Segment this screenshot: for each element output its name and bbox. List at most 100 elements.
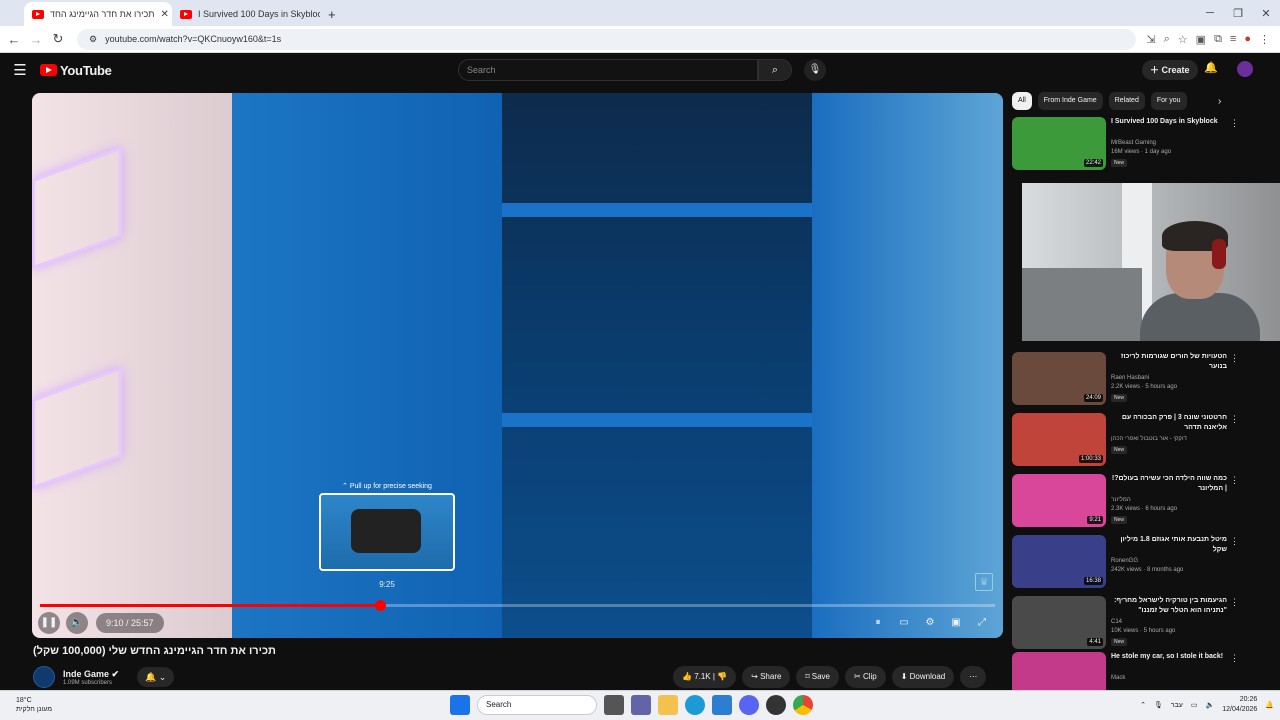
video-thumbnail[interactable]: 9:21: [1012, 474, 1106, 527]
account-avatar[interactable]: [1237, 61, 1253, 77]
related-title[interactable]: מיטל תנבעת אותי אגוזם 1.8 מיליון שקל: [1111, 535, 1227, 555]
new-tab-button[interactable]: +: [320, 2, 344, 26]
microphone-icon[interactable]: 🎙: [804, 59, 826, 81]
more-options-icon[interactable]: ⋮: [1230, 653, 1239, 664]
channel-name[interactable]: Inde Game ✔: [63, 669, 119, 680]
browser-tab[interactable]: I Survived 100 Days in Skybloc ✕: [172, 2, 320, 26]
task-view-icon[interactable]: [604, 695, 624, 715]
zoom-icon[interactable]: ⌕: [1164, 33, 1170, 46]
settings-gear-icon[interactable]: ⚙: [919, 612, 941, 634]
chip-3[interactable]: For you: [1150, 92, 1187, 110]
app-icon[interactable]: [766, 695, 786, 715]
browser-tab-active[interactable]: תכירו את חדר הגיימינג החד ✕: [24, 2, 172, 26]
menu-icon[interactable]: ☰: [0, 61, 40, 79]
related-title[interactable]: הגיעמות בין טורקיה לישראל מחריף: "נתניהו…: [1111, 596, 1227, 616]
progress-bar[interactable]: [40, 600, 995, 611]
related-channel[interactable]: Raen Hasbani: [1111, 375, 1149, 381]
related-title[interactable]: חרטטוני שונה 3 | פרק הבכורה עם אליאנה תד…: [1111, 413, 1227, 433]
video-thumbnail[interactable]: 16:38: [1012, 535, 1106, 588]
subtitles-icon[interactable]: ▭: [893, 612, 915, 634]
related-channel[interactable]: C14: [1111, 619, 1122, 625]
clock[interactable]: 20:26 12/04/2026: [1222, 695, 1257, 715]
video-thumbnail[interactable]: 1:00:33: [1012, 413, 1106, 466]
reload-icon[interactable]: ↻: [47, 31, 69, 47]
windows-start-icon[interactable]: [450, 695, 470, 715]
url-field[interactable]: ⚙ youtube.com/watch?v=QKCnuoyw160&t=1s: [77, 28, 1137, 50]
bookmark-star-icon[interactable]: ☆: [1178, 33, 1188, 46]
related-video[interactable]: 1:00:33 חרטטוני שונה 3 | פרק הבכורה עם אל…: [1012, 413, 1247, 469]
taskbar-search[interactable]: Search: [477, 695, 597, 715]
discord-icon[interactable]: [739, 695, 759, 715]
search-icon[interactable]: ⌕: [758, 59, 792, 81]
miniplayer-icon[interactable]: ▣: [945, 612, 967, 634]
browser-menu-icon[interactable]: ⋮: [1259, 33, 1270, 46]
back-icon[interactable]: ←: [3, 32, 25, 47]
network-icon[interactable]: ▭: [1191, 701, 1198, 709]
site-info-icon[interactable]: ⚙: [89, 34, 97, 45]
edge-icon[interactable]: [685, 695, 705, 715]
language-indicator[interactable]: עבר: [1171, 702, 1183, 709]
volume-icon[interactable]: 🔈: [66, 612, 88, 634]
minimize-icon[interactable]: ─: [1196, 7, 1224, 19]
scrubber-handle[interactable]: [374, 600, 386, 611]
tray-mic-icon[interactable]: 🎙: [1154, 701, 1163, 709]
file-explorer-icon[interactable]: [658, 695, 678, 715]
forward-icon[interactable]: →: [25, 32, 47, 47]
related-video[interactable]: 24:09 הטעויות של הורים שגורמות לריכוז בנו…: [1012, 352, 1247, 408]
chip-2[interactable]: Related: [1108, 92, 1145, 110]
pause-icon[interactable]: ❚❚: [38, 612, 60, 634]
subscription-bell-button[interactable]: 🔔 ⌄: [137, 667, 175, 687]
save-button[interactable]: ⌑ Save: [796, 666, 839, 688]
related-video[interactable]: 16:38 מיטל תנבעת אותי אגוזם 1.8 מיליון שק…: [1012, 535, 1247, 591]
teams-icon[interactable]: [631, 695, 651, 715]
notifications-bell-icon[interactable]: 🔔: [1204, 61, 1218, 74]
related-channel[interactable]: MrBeast Gaming: [1111, 140, 1156, 146]
video-player[interactable]: ♛: [32, 93, 1003, 638]
more-options-icon[interactable]: ⋮: [1230, 597, 1239, 608]
video-thumbnail[interactable]: 24:09: [1012, 352, 1106, 405]
channel-watermark-icon[interactable]: ♛: [975, 573, 993, 591]
more-options-icon[interactable]: ⋮: [1230, 118, 1239, 129]
close-tab-icon[interactable]: ✕: [160, 9, 168, 20]
download-button[interactable]: ⬇ Download: [891, 666, 955, 688]
chips-next-icon[interactable]: ›: [1218, 96, 1221, 107]
extension-icon[interactable]: ▣: [1196, 33, 1206, 46]
create-button[interactable]: ＋ Create: [1142, 60, 1198, 80]
clip-button[interactable]: ✂ Clip: [845, 666, 886, 688]
share-button[interactable]: ↪ Share: [742, 666, 791, 688]
related-channel[interactable]: RonenGG: [1111, 558, 1138, 564]
related-title[interactable]: הטעויות של הורים שגורמות לריכוז בנוער: [1111, 352, 1227, 372]
related-title[interactable]: כמה שווה הילדה הכי עשירה בעולם?! | המליו…: [1111, 474, 1227, 494]
more-options-icon[interactable]: ⋮: [1230, 475, 1239, 486]
close-window-icon[interactable]: ✕: [1252, 7, 1280, 20]
tray-overflow-icon[interactable]: ⌃: [1140, 701, 1146, 709]
related-video[interactable]: 22:42 I Survived 100 Days in Skyblock MrBe…: [1012, 117, 1247, 173]
more-options-icon[interactable]: ⋮: [1230, 414, 1239, 425]
youtube-logo[interactable]: YouTube: [40, 63, 112, 78]
related-channel[interactable]: דוקקי - אור בוטבול ואפרי הכהן: [1111, 436, 1187, 442]
speaker-icon[interactable]: 🔈: [1206, 701, 1215, 709]
fullscreen-icon[interactable]: ⤢: [971, 612, 993, 634]
more-options-icon[interactable]: ⋮: [1230, 536, 1239, 547]
related-video[interactable]: 4:41 הגיעמות בין טורקיה לישראל מחריף: "נת…: [1012, 596, 1247, 652]
channel-avatar[interactable]: [33, 666, 55, 688]
profile-avatar-icon[interactable]: ●: [1244, 33, 1251, 46]
extensions-puzzle-icon[interactable]: ⧉: [1214, 33, 1222, 46]
related-video[interactable]: 9:21 כמה שווה הילדה הכי עשירה בעולם?! | ה…: [1012, 474, 1247, 530]
related-channel[interactable]: Mack: [1111, 675, 1125, 681]
search-input[interactable]: Search: [458, 59, 758, 81]
video-thumbnail[interactable]: 22:42: [1012, 117, 1106, 170]
chip-1[interactable]: From Inde Game: [1037, 92, 1103, 110]
video-thumbnail[interactable]: 4:41: [1012, 596, 1106, 649]
related-title[interactable]: He stole my car, so I stole it back!: [1111, 652, 1227, 662]
more-actions-icon[interactable]: ⋯: [960, 666, 987, 688]
media-control-icon[interactable]: ≡: [1230, 33, 1236, 46]
related-channel[interactable]: המליונר: [1111, 497, 1131, 503]
install-icon[interactable]: ⇲: [1146, 33, 1155, 46]
maximize-icon[interactable]: ❐: [1224, 7, 1252, 20]
like-button[interactable]: 👍 7.1K | 👎: [673, 666, 737, 688]
notification-bell-icon[interactable]: 🔔: [1265, 701, 1274, 709]
chip-0[interactable]: All: [1012, 92, 1032, 110]
chrome-icon[interactable]: [793, 695, 813, 715]
autoplay-toggle-icon[interactable]: ⏸: [867, 612, 889, 634]
